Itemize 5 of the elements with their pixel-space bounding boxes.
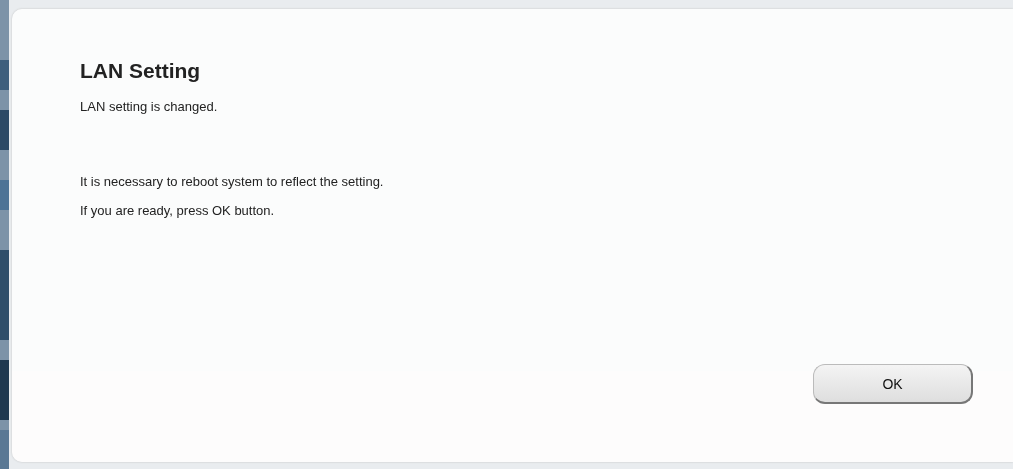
dialog-title: LAN Setting	[80, 59, 202, 83]
message-text: It is necessary to reboot system to reflect the setting.	[80, 174, 385, 189]
message-text: If you are ready, press OK button.	[80, 203, 276, 218]
message-text: LAN setting is changed.	[80, 99, 219, 114]
ok-button[interactable]: OK	[813, 364, 973, 404]
